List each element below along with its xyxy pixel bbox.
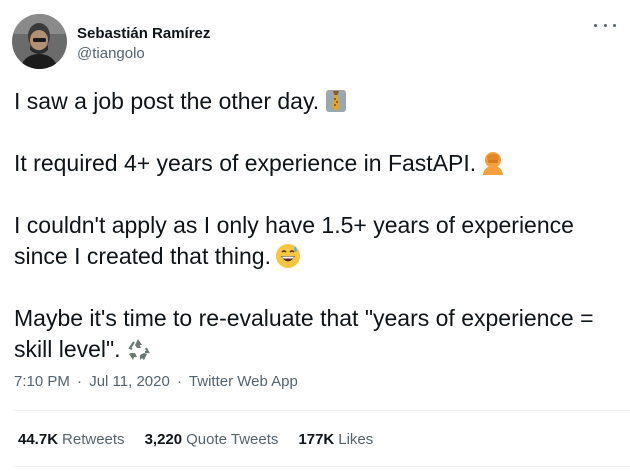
retweets-stat[interactable]: 44.7K Retweets: [18, 430, 125, 450]
grinning-sweat-icon: [275, 243, 301, 269]
more-horizontal-icon-dot: [594, 23, 597, 27]
retweets-count: 44.7K: [18, 431, 59, 448]
tweet-stats: 44.7K Retweets 3,220 Quote Tweets 177K Like…: [18, 430, 393, 450]
tweet-header: Sebastián Ramírez @tiangolo: [12, 14, 210, 70]
tweet-paragraph-text: Maybe it's time to re-evaluate that "yea…: [14, 305, 594, 362]
necktie-icon: [323, 88, 349, 114]
quote-tweets-label: Quote Tweets: [186, 431, 279, 448]
meta-separator: ·: [177, 373, 183, 390]
facepalm-icon: [480, 150, 506, 176]
avatar-photo-icon: [12, 14, 67, 69]
tweet-meta: 7:10 PM · Jul 11, 2020 · Twitter Web App: [14, 372, 298, 392]
tweet-paragraph: Maybe it's time to re-evaluate that "yea…: [14, 303, 622, 365]
tweet-text: I saw a job post the other day. It requi…: [14, 86, 622, 396]
tweet-paragraph: I couldn't apply as I only have 1.5+ yea…: [14, 210, 622, 272]
likes-stat[interactable]: 177K Likes: [298, 430, 373, 450]
tweet-paragraph: I saw a job post the other day.: [14, 86, 622, 117]
likes-count: 177K: [298, 431, 335, 448]
divider-bottom: [14, 466, 630, 467]
more-horizontal-icon-dot: [613, 23, 616, 27]
more-options-button[interactable]: [594, 18, 616, 32]
tweet-card: Sebastián Ramírez @tiangolo I saw a job …: [0, 0, 630, 471]
tweet-time[interactable]: 7:10 PM: [14, 373, 70, 390]
quote-tweets-count: 3,220: [144, 431, 183, 448]
avatar[interactable]: [12, 14, 67, 69]
meta-separator: ·: [77, 373, 83, 390]
recycle-icon: [125, 336, 151, 362]
retweets-label: Retweets: [62, 431, 125, 448]
quote-tweets-stat[interactable]: 3,220 Quote Tweets: [145, 430, 279, 450]
likes-label: Likes: [338, 431, 374, 448]
more-horizontal-icon-dot: [603, 23, 607, 27]
tweet-paragraph-text: I saw a job post the other day.: [14, 88, 320, 114]
author-names: Sebastián Ramírez @tiangolo: [77, 24, 210, 64]
tweet-paragraph-text: It required 4+ years of experience in Fa…: [14, 150, 477, 176]
handle[interactable]: @tiangolo: [77, 44, 210, 64]
tweet-source[interactable]: Twitter Web App: [189, 373, 298, 390]
tweet-date[interactable]: Jul 11, 2020: [89, 373, 170, 390]
divider-top: [14, 410, 630, 411]
tweet-paragraph: It required 4+ years of experience in Fa…: [14, 148, 622, 179]
display-name[interactable]: Sebastián Ramírez: [77, 24, 210, 44]
